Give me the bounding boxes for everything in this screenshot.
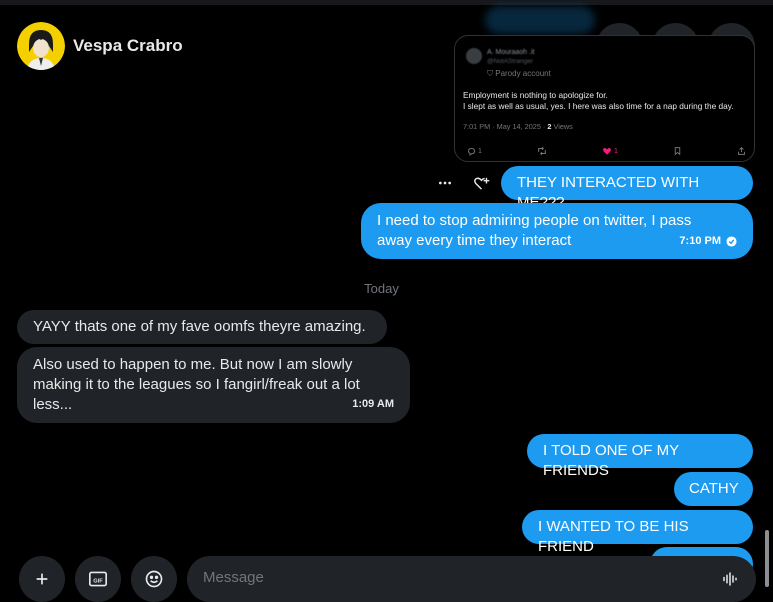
parody-label: ⛉ Parody account bbox=[487, 69, 551, 79]
outgoing-message[interactable]: I need to stop admiring people on twitte… bbox=[361, 203, 753, 259]
tweet-views-label: Views bbox=[551, 122, 573, 131]
date-divider: Today bbox=[364, 281, 399, 296]
message-more-button[interactable] bbox=[434, 173, 456, 193]
repost-action[interactable] bbox=[537, 146, 547, 156]
repost-icon bbox=[538, 146, 546, 156]
tweet-actions: 1 1 bbox=[467, 146, 746, 156]
outgoing-message[interactable]: CATHY bbox=[674, 472, 753, 506]
message-time: 1:09 AM bbox=[352, 398, 394, 410]
incoming-message[interactable]: Also used to happen to me. But now I am … bbox=[17, 347, 410, 423]
scrollbar-thumb[interactable] bbox=[765, 530, 769, 587]
reply-action[interactable]: 1 bbox=[467, 147, 482, 156]
tweet-line-1: Employment is nothing to apologize for. bbox=[463, 90, 608, 100]
message-text: Also used to happen to me. But now I am … bbox=[33, 356, 360, 413]
outgoing-message[interactable]: I TOLD ONE OF MY FRIENDS bbox=[527, 434, 753, 479]
mask-icon: ⛉ bbox=[487, 69, 493, 78]
previous-message-blur bbox=[485, 6, 595, 34]
incoming-message[interactable]: YAYY thats one of my fave oomfs theyre a… bbox=[17, 310, 387, 344]
voice-message-button[interactable] bbox=[721, 570, 739, 588]
shared-tweet-card[interactable]: A. Mouraaoh .it @NotAStranger ⛉ Parody a… bbox=[454, 35, 755, 162]
react-button[interactable] bbox=[470, 172, 492, 194]
share-icon bbox=[738, 146, 745, 155]
svg-text:A. Mouraaoh .it: A. Mouraaoh .it bbox=[487, 49, 535, 56]
parody-text: Parody account bbox=[495, 69, 551, 78]
outgoing-message[interactable]: THEY INTERACTED WITH ME??? bbox=[501, 166, 753, 211]
read-check-icon bbox=[726, 235, 737, 247]
svg-text:GIF: GIF bbox=[93, 578, 103, 584]
heart-plus-icon bbox=[473, 177, 489, 190]
more-icon bbox=[439, 181, 451, 185]
svg-text:@NotAStranger: @NotAStranger bbox=[487, 58, 534, 65]
tweet-body: Employment is nothing to apologize for. … bbox=[463, 90, 748, 112]
emoji-button[interactable] bbox=[131, 556, 177, 602]
message-text: CATHY bbox=[689, 480, 739, 497]
smiley-icon bbox=[145, 570, 163, 588]
like-action[interactable]: 1 bbox=[602, 146, 618, 156]
message-meta: 7:10 PM bbox=[679, 231, 737, 251]
gif-icon: GIF bbox=[89, 571, 107, 587]
tweet-meta: 7:01 PM · May 14, 2025 · 2 Views bbox=[463, 122, 573, 131]
plus-icon bbox=[36, 573, 48, 585]
message-placeholder: Message bbox=[203, 569, 264, 586]
message-text: YAYY thats one of my fave oomfs theyre a… bbox=[33, 318, 366, 335]
message-text: I need to stop admiring people on twitte… bbox=[377, 212, 692, 249]
bookmark-action[interactable] bbox=[673, 146, 682, 156]
conversation-name[interactable]: Vespa Crabro bbox=[73, 36, 183, 56]
share-action[interactable] bbox=[737, 146, 746, 156]
add-media-button[interactable] bbox=[19, 556, 65, 602]
top-border bbox=[0, 0, 773, 5]
message-time: 7:10 PM bbox=[679, 235, 721, 247]
heart-filled-icon bbox=[603, 148, 611, 155]
avatar[interactable] bbox=[17, 22, 65, 70]
message-text: I TOLD ONE OF MY FRIENDS bbox=[543, 442, 679, 479]
reply-icon bbox=[468, 147, 475, 156]
gif-button[interactable]: GIF bbox=[75, 556, 121, 602]
like-count: 1 bbox=[614, 147, 618, 155]
tweet-timestamp: 7:01 PM · May 14, 2025 · bbox=[463, 122, 548, 131]
outgoing-message[interactable]: I WANTED TO BE HIS FRIEND bbox=[522, 510, 753, 555]
waveform-icon bbox=[723, 572, 737, 586]
bookmark-icon bbox=[674, 147, 681, 156]
tweet-line-2: I slept as well as usual, yes. I here wa… bbox=[463, 101, 734, 111]
message-input[interactable]: Message bbox=[187, 556, 756, 602]
reply-count: 1 bbox=[478, 147, 482, 155]
